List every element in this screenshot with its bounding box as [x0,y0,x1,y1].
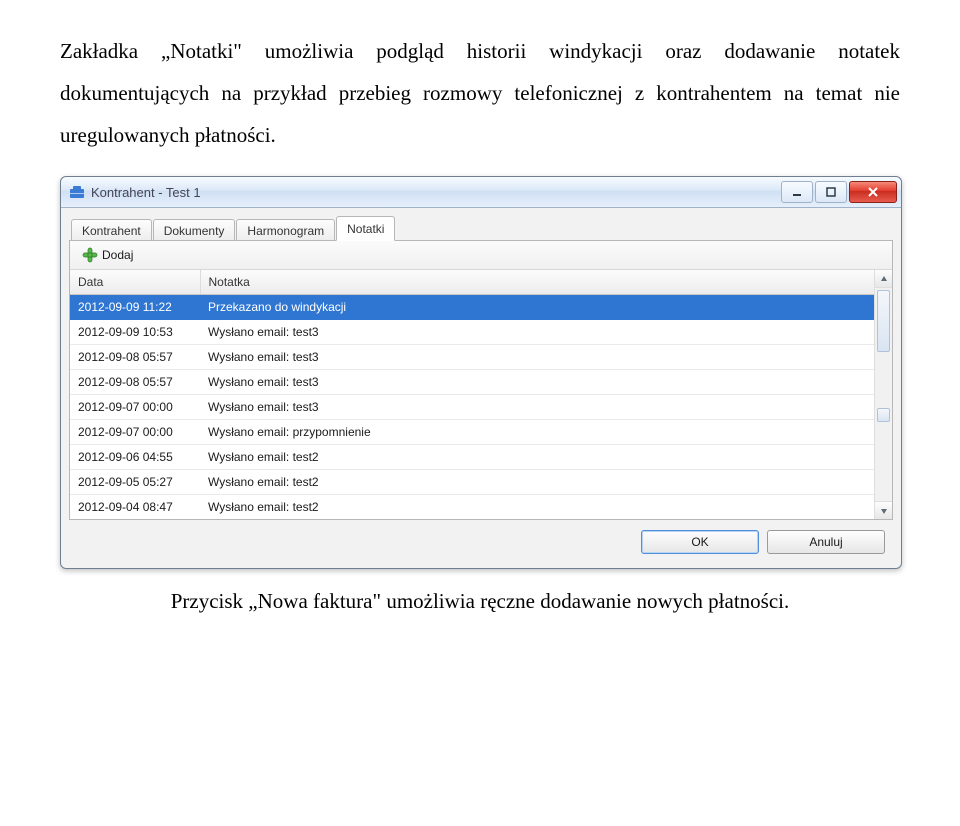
cell-note: Przekazano do windykacji [200,295,892,320]
cell-date: 2012-09-09 10:53 [70,320,200,345]
table-row[interactable]: 2012-09-08 05:57 Wysłano email: test3 [70,370,892,395]
cell-note: Wysłano email: test2 [200,445,892,470]
cell-note: Wysłano email: test2 [200,470,892,495]
scroll-up-arrow[interactable] [875,270,892,288]
titlebar[interactable]: Kontrahent - Test 1 [61,177,901,208]
client-area: Kontrahent Dokumenty Harmonogram Notatki [61,208,901,568]
table-row[interactable]: 2012-09-08 05:57 Wysłano email: test3 [70,345,892,370]
maximize-button[interactable] [815,181,847,203]
dialog-footer: OK Anuluj [69,520,893,558]
close-button[interactable] [849,181,897,203]
cancel-button[interactable]: Anuluj [767,530,885,554]
cell-date: 2012-09-07 00:00 [70,420,200,445]
table-row[interactable]: 2012-09-09 11:22 Przekazano do windykacj… [70,295,892,320]
tab-harmonogram[interactable]: Harmonogram [236,219,335,242]
add-button-label: Dodaj [102,248,133,262]
cell-note: Wysłano email: test3 [200,345,892,370]
cell-note: Wysłano email: test3 [200,320,892,345]
table-row[interactable]: 2012-09-07 00:00 Wysłano email: test3 [70,395,892,420]
minimize-button[interactable] [781,181,813,203]
app-icon [69,184,85,200]
cell-date: 2012-09-09 11:22 [70,295,200,320]
scroll-track[interactable] [875,288,892,501]
cell-note: Wysłano email: przypomnienie [200,420,892,445]
tab-kontrahent[interactable]: Kontrahent [71,219,152,242]
add-button[interactable]: Dodaj [76,245,139,265]
grid-header-row: Data Notatka [70,270,892,295]
cell-date: 2012-09-07 00:00 [70,395,200,420]
cell-note: Wysłano email: test2 [200,495,892,520]
toolbar: Dodaj [70,241,892,270]
cell-date: 2012-09-05 05:27 [70,470,200,495]
tab-strip: Kontrahent Dokumenty Harmonogram Notatki [69,216,893,241]
plus-icon [82,247,98,263]
scroll-down-arrow[interactable] [875,501,892,519]
table-row[interactable]: 2012-09-04 08:47 Wysłano email: test2 [70,495,892,520]
cell-date: 2012-09-08 05:57 [70,370,200,395]
scroll-thumb[interactable] [877,290,890,352]
col-header-note[interactable]: Notatka [200,270,875,295]
table-row[interactable]: 2012-09-06 04:55 Wysłano email: test2 [70,445,892,470]
tab-panel-notatki: Dodaj Data Notatka [69,240,893,520]
scroll-nub[interactable] [877,408,890,422]
cell-date: 2012-09-06 04:55 [70,445,200,470]
cell-date: 2012-09-04 08:47 [70,495,200,520]
cell-date: 2012-09-08 05:57 [70,345,200,370]
vertical-scrollbar[interactable] [874,270,892,519]
ok-button[interactable]: OK [641,530,759,554]
table-row[interactable]: 2012-09-09 10:53 Wysłano email: test3 [70,320,892,345]
col-header-date[interactable]: Data [70,270,200,295]
table-row[interactable]: 2012-09-05 05:27 Wysłano email: test2 [70,470,892,495]
notes-grid-wrap: Data Notatka 2012-09-09 11:22 Przekazano… [70,270,892,519]
caption: Przycisk „Nowa faktura" umożliwia ręczne… [60,589,900,614]
tab-dokumenty[interactable]: Dokumenty [153,219,236,242]
cell-note: Wysłano email: test3 [200,370,892,395]
window-title: Kontrahent - Test 1 [91,185,781,200]
tab-notatki[interactable]: Notatki [336,216,395,241]
table-row[interactable]: 2012-09-07 00:00 Wysłano email: przypomn… [70,420,892,445]
intro-paragraph: Zakładka „Notatki" umożliwia podgląd his… [60,30,900,156]
dialog-window: Kontrahent - Test 1 Kontrahent [60,176,902,569]
cell-note: Wysłano email: test3 [200,395,892,420]
notes-grid[interactable]: Data Notatka 2012-09-09 11:22 Przekazano… [70,270,892,519]
